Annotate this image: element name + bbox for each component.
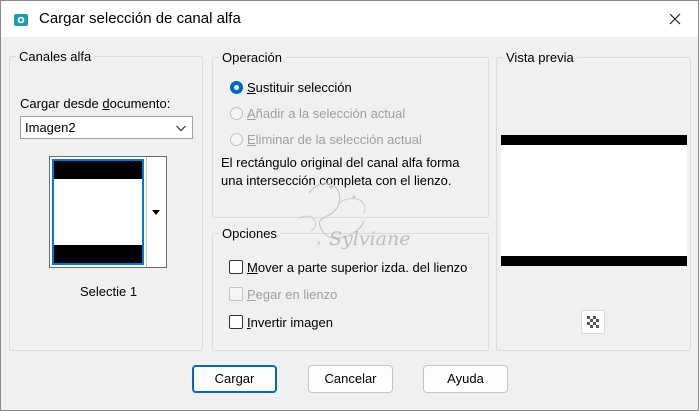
title-bar: Cargar selección de canal alfa — [1, 1, 698, 37]
paste-into-canvas-checkbox[interactable] — [229, 287, 243, 301]
thumbnail-caption: Selectie 1 — [80, 284, 138, 299]
thumbnail-bottom-band — [54, 245, 142, 263]
load-button[interactable]: Cargar — [192, 365, 277, 393]
document-select-value: Imagen2 — [25, 120, 76, 135]
alpha-channels-legend: Canales alfa — [19, 49, 92, 64]
preview-legend: Vista previa — [506, 50, 574, 65]
invert-image-checkbox[interactable] — [229, 315, 243, 329]
add-to-selection-label[interactable]: Añadir a la selección actual — [247, 106, 405, 121]
watermark-text: Sylviane — [329, 228, 410, 250]
preview-background-button[interactable] — [581, 310, 605, 334]
preview-bottom-band — [501, 256, 687, 266]
channel-thumbnail[interactable] — [52, 159, 144, 265]
preview-top-band — [501, 135, 687, 145]
thumbnail-top-band — [54, 161, 142, 179]
thumbnail-dropdown-button[interactable] — [146, 157, 166, 267]
replace-selection-radio[interactable] — [230, 81, 243, 94]
help-button[interactable]: Ayuda — [423, 365, 508, 393]
add-to-selection-radio[interactable] — [230, 107, 243, 120]
close-icon — [669, 13, 681, 25]
channel-thumbnail-picker[interactable] — [49, 156, 167, 268]
move-top-left-checkbox[interactable] — [229, 260, 243, 274]
operation-legend: Operación — [222, 50, 282, 65]
remove-from-selection-radio[interactable] — [230, 133, 243, 146]
caret-down-icon — [152, 210, 160, 215]
chevron-down-icon — [176, 125, 186, 132]
dialog-window: Cargar selección de canal alfa Canales a… — [0, 0, 699, 411]
replace-selection-label[interactable]: Sustituir selección — [247, 80, 352, 95]
load-from-document-label: Cargar desde documento: — [20, 96, 171, 111]
remove-from-selection-label[interactable]: Eliminar de la selección actual — [247, 132, 422, 147]
watermark-flourish: Sylviane — [298, 183, 410, 250]
checkerboard-icon — [587, 316, 599, 328]
close-button[interactable] — [652, 1, 698, 37]
document-select[interactable]: Imagen2 — [20, 116, 193, 139]
cancel-button[interactable]: Cancelar — [308, 365, 393, 393]
invert-image-label[interactable]: Invertir imagen — [247, 315, 333, 330]
selection-icon — [14, 14, 28, 26]
window-title: Cargar selección de canal alfa — [39, 10, 241, 27]
preview-canvas — [501, 135, 687, 266]
paste-into-canvas-label[interactable]: Pegar en lienzo — [247, 287, 337, 302]
